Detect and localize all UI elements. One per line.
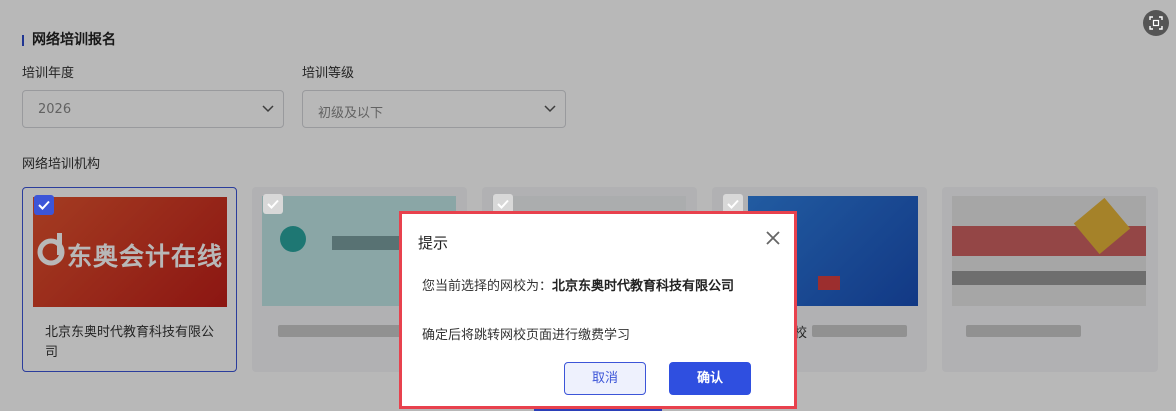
dialog-school-name: 北京东奥时代教育科技有限公司 (552, 279, 735, 294)
check-icon (497, 199, 509, 209)
dialog-message: 您当前选择的网校为：北京东奥时代教育科技有限公司 (422, 277, 777, 297)
confirm-dialog: 提示 您当前选择的网校为：北京东奥时代教育科技有限公司 确定后将跳转网校页面进行… (402, 214, 794, 406)
confirm-button[interactable]: 确认 (669, 362, 751, 395)
dialog-title: 提示 (418, 234, 449, 252)
checkbox-unchecked[interactable] (263, 194, 283, 214)
dialog-message-prefix: 您当前选择的网校为： (422, 279, 553, 294)
check-icon (38, 200, 50, 210)
dialog-message-2: 确定后将跳转网校页面进行缴费学习 (422, 328, 631, 343)
check-icon (267, 199, 279, 209)
exit-fullscreen-button[interactable] (1143, 10, 1169, 36)
checkbox-checked[interactable] (34, 195, 54, 215)
cancel-button[interactable]: 取消 (564, 362, 646, 395)
fullscreen-icon (1149, 16, 1163, 30)
check-icon (727, 199, 739, 209)
close-icon[interactable] (764, 229, 782, 247)
